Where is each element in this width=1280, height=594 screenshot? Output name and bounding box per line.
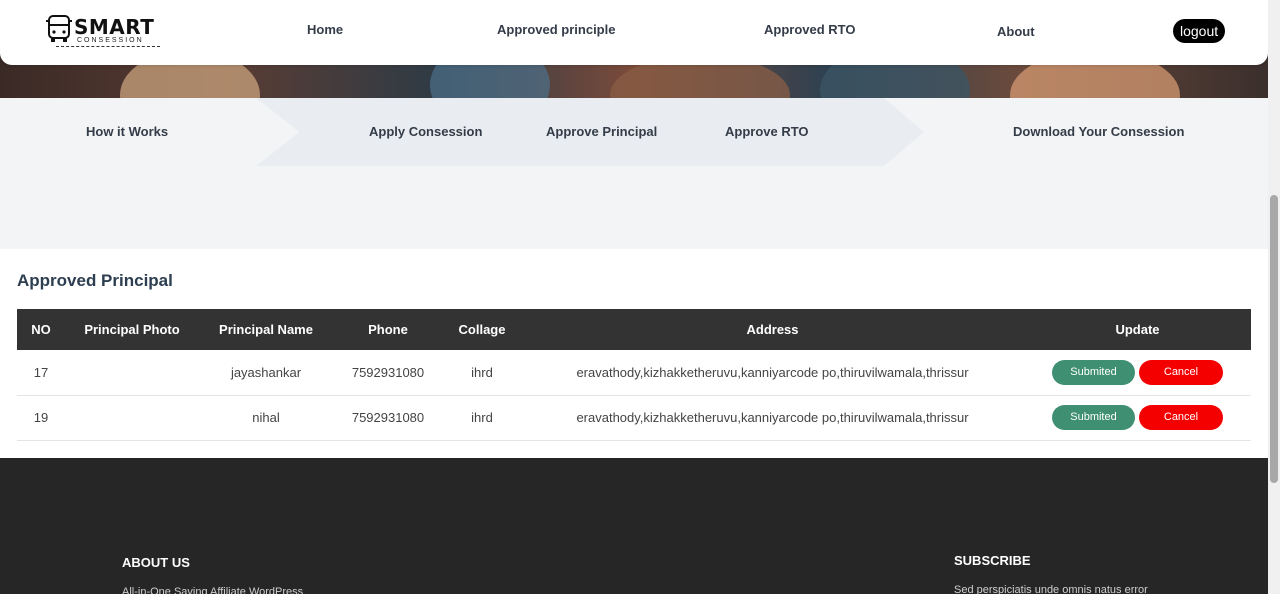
col-address: Address (746, 322, 799, 337)
page-title: Approved Principal (17, 271, 173, 290)
logo[interactable]: SMART CONSESSION (46, 14, 160, 48)
cell-name: jayashankar (199, 350, 333, 396)
submitted-button[interactable]: Submited (1052, 405, 1135, 430)
footer-subscribe-text: Sed perspiciatis unde omnis natus error (954, 584, 1148, 594)
cell-update: Submited Cancel (1024, 395, 1251, 441)
step-approve-rto: Approve RTO (725, 124, 809, 139)
col-update: Update (1115, 322, 1160, 337)
nav-approved-rto[interactable]: Approved RTO (764, 22, 856, 37)
col-principal-photo: Principal Photo (84, 322, 180, 337)
col-collage: Collage (458, 322, 506, 337)
nav-approved-principle[interactable]: Approved principle (497, 22, 615, 37)
cancel-button[interactable]: Cancel (1139, 359, 1223, 385)
footer: ABOUT US All-in-One Saving Affiliate Wor… (0, 458, 1268, 594)
cell-photo (65, 395, 199, 441)
table-row: 17 jayashankar 7592931080 ihrd eravathod… (17, 350, 1251, 396)
logo-title: SMART (74, 15, 155, 39)
table-header-row: NO Principal Photo Principal Name Phone … (17, 309, 1251, 350)
step-how-it-works: How it Works (86, 124, 169, 139)
principal-table: NO Principal Photo Principal Name Phone … (17, 309, 1251, 441)
table-row: 19 nihal 7592931080 ihrd eravathody,kizh… (17, 395, 1251, 441)
footer-subscribe-heading: SUBSCRIBE (954, 553, 1031, 568)
step-approve-principal: Approve Principal (546, 124, 658, 139)
step-apply-consession: Apply Consession (369, 124, 483, 139)
nav-about[interactable]: About (997, 24, 1035, 39)
approved-principal-card: Approved Principal NO Principal Photo Pr… (0, 249, 1268, 458)
how-it-works-steps: How it Works Apply Consession Approve Pr… (0, 98, 1268, 166)
cell-no: 19 (17, 395, 65, 441)
col-principal-name: Principal Name (219, 322, 313, 337)
cell-update: Submited Cancel (1024, 350, 1251, 396)
page-scrollbar[interactable] (1268, 0, 1280, 594)
nav-home[interactable]: Home (307, 22, 343, 37)
logout-button[interactable]: logout (1173, 19, 1226, 43)
logo-subtitle: CONSESSION (77, 37, 144, 44)
logo-underline (56, 46, 160, 47)
col-no: NO (31, 322, 51, 337)
navbar: SMART CONSESSION Home Approved principle… (0, 0, 1268, 65)
step-download-consession: Download Your Consession (1013, 124, 1185, 139)
cell-no: 17 (17, 350, 65, 396)
scrollbar-thumb[interactable] (1270, 195, 1278, 483)
cell-collage: ihrd (443, 395, 521, 441)
cell-name: nihal (199, 395, 333, 441)
bus-icon (46, 15, 72, 42)
footer-about-heading: ABOUT US (122, 555, 190, 570)
footer-about-text: All-in-One Saving Affiliate WordPress (122, 586, 304, 594)
cancel-button[interactable]: Cancel (1139, 405, 1223, 430)
cell-phone: 7592931080 (333, 395, 443, 441)
cell-collage: ihrd (443, 350, 521, 396)
cell-address: eravathody,kizhakketheruvu,kanniyarcode … (521, 350, 1024, 396)
cell-address: eravathody,kizhakketheruvu,kanniyarcode … (521, 395, 1024, 441)
cell-photo (65, 350, 199, 396)
cell-phone: 7592931080 (333, 350, 443, 396)
col-phone: Phone (368, 322, 408, 337)
submitted-button[interactable]: Submited (1052, 359, 1135, 385)
